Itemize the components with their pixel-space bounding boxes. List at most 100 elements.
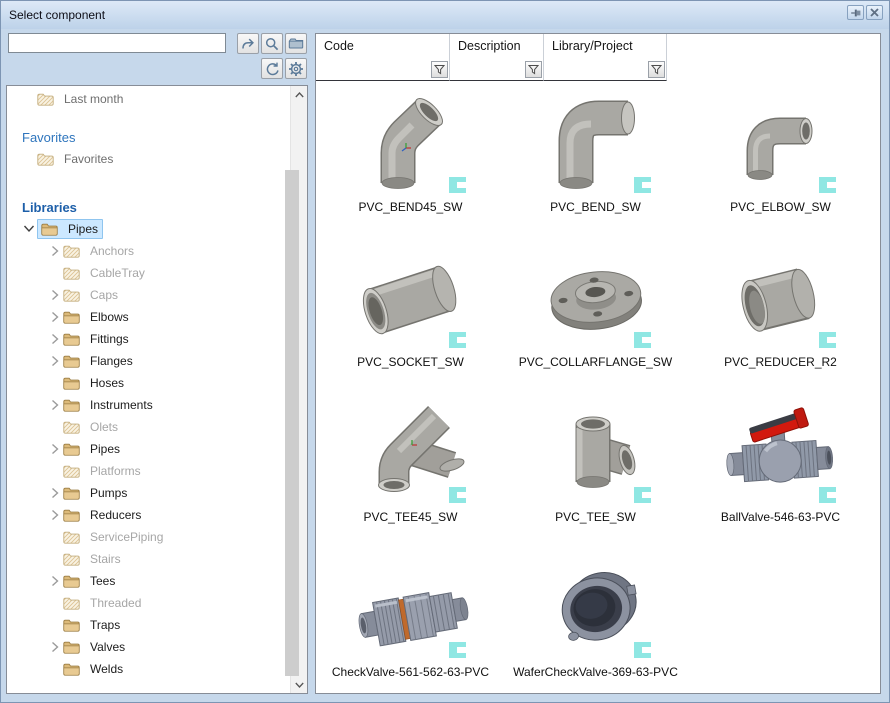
library-tree: Last month Favorites Favorites Libraries… (6, 85, 308, 694)
component-label: PVC_TEE_SW (503, 510, 688, 524)
hatched-folder-icon (63, 289, 80, 302)
chevron-down-icon[interactable] (21, 224, 37, 234)
libraries-section-header: Libraries (7, 196, 290, 218)
folder-icon (63, 575, 80, 588)
component-tile-pvc-reducer-r2[interactable]: PVC_REDUCER_R2 (688, 242, 873, 397)
tree-item-favorites[interactable]: Favorites (7, 148, 290, 170)
tree-item-reducers[interactable]: Reducers (7, 504, 290, 526)
close-icon (869, 7, 880, 18)
tree-content: Last month Favorites Favorites Libraries… (7, 86, 290, 693)
tree-item-traps[interactable]: Traps (7, 614, 290, 636)
tree-item-flanges[interactable]: Flanges (7, 350, 290, 372)
component-c-badge-icon (449, 177, 466, 193)
folder-icon (41, 223, 58, 236)
tree-item-hoses[interactable]: Hoses (7, 372, 290, 394)
tree-item-servicepiping[interactable]: ServicePiping (7, 526, 290, 548)
search-button[interactable] (261, 33, 283, 54)
scroll-down-button[interactable] (291, 676, 307, 693)
component-label: PVC_ELBOW_SW (688, 200, 873, 214)
column-header-description[interactable]: Description (450, 34, 544, 81)
component-tiles: PVC_BEND45_SW PVC_BEND_SW (318, 87, 873, 703)
refresh-button[interactable] (261, 58, 283, 79)
chevron-right-icon[interactable] (47, 289, 63, 301)
chevron-right-icon[interactable] (47, 641, 63, 653)
search-input[interactable] (8, 33, 226, 53)
tree-item-label: Olets (87, 419, 121, 435)
chevron-right-icon[interactable] (47, 311, 63, 323)
component-c-badge-icon (634, 332, 651, 348)
tree-item-last-month[interactable]: Last month (7, 88, 290, 110)
tree-item-welds[interactable]: Welds (7, 658, 290, 680)
tree-scrollbar[interactable] (290, 86, 307, 693)
chevron-right-icon[interactable] (47, 509, 63, 521)
component-tile-wafercheckvalve-369-63-pvc[interactable]: WaferCheckValve-369-63-PVC (503, 552, 688, 703)
chevron-right-icon[interactable] (47, 355, 63, 367)
tree-item-label: Valves (87, 639, 128, 655)
filter-button-description[interactable] (525, 61, 542, 78)
component-tile-pvc-tee45-sw[interactable]: PVC_TEE45_SW (318, 397, 503, 552)
chevron-right-icon[interactable] (47, 245, 63, 257)
tree-item-tees[interactable]: Tees (7, 570, 290, 592)
close-button[interactable] (866, 5, 883, 20)
filter-funnel-icon (528, 64, 539, 75)
hatched-folder-icon (63, 597, 80, 610)
hatched-folder-icon (63, 421, 80, 434)
component-c-badge-icon (449, 487, 466, 503)
tree-item-elbows[interactable]: Elbows (7, 306, 290, 328)
tree-item-label: Flanges (87, 353, 136, 369)
component-tile-pvc-socket-sw[interactable]: PVC_SOCKET_SW (318, 242, 503, 397)
filter-button-code[interactable] (431, 61, 448, 78)
tree-item-pipes[interactable]: Pipes (7, 438, 290, 460)
component-label: CheckValve-561-562-63-PVC (318, 665, 503, 679)
scroll-up-button[interactable] (291, 86, 307, 103)
tree-item-label: Hoses (87, 375, 127, 391)
tree-item-label: Stairs (87, 551, 124, 567)
component-grid-panel: Code Description Library/Project (315, 33, 881, 694)
open-folder-button[interactable] (285, 33, 307, 54)
chevron-right-icon[interactable] (47, 487, 63, 499)
chevron-right-icon[interactable] (47, 575, 63, 587)
component-tile-pvc-bend-sw[interactable]: PVC_BEND_SW (503, 87, 688, 242)
tree-item-pumps[interactable]: Pumps (7, 482, 290, 504)
chevron-right-icon[interactable] (47, 399, 63, 411)
tree-item-label: Reducers (87, 507, 144, 523)
tree-item-stairs[interactable]: Stairs (7, 548, 290, 570)
component-tile-ballvalve-546-63-pvc[interactable]: BallValve-546-63-PVC (688, 397, 873, 552)
tree-item-label: Pumps (87, 485, 130, 501)
chevron-right-icon[interactable] (47, 333, 63, 345)
tree-item-instruments[interactable]: Instruments (7, 394, 290, 416)
settings-button[interactable] (285, 58, 307, 79)
tree-item-valves[interactable]: Valves (7, 636, 290, 658)
tree-item-label: Threaded (87, 595, 144, 611)
component-tile-pvc-collarflange-sw[interactable]: PVC_COLLARFLANGE_SW (503, 242, 688, 397)
titlebar: Select component (1, 1, 889, 29)
component-c-badge-icon (449, 642, 466, 658)
pin-button[interactable] (847, 5, 864, 20)
column-header-code[interactable]: Code (316, 34, 450, 81)
tree-item-label: Platforms (87, 463, 144, 479)
folder-icon (63, 619, 80, 632)
tree-item-fittings[interactable]: Fittings (7, 328, 290, 350)
tree-item-threaded[interactable]: Threaded (7, 592, 290, 614)
hatched-folder-icon (63, 531, 80, 544)
scrollbar-thumb[interactable] (285, 170, 299, 676)
component-tile-checkvalve-561-562-63-pvc[interactable]: CheckValve-561-562-63-PVC (318, 552, 503, 703)
tree-item-pipes-root[interactable]: Pipes (7, 218, 290, 240)
tree-item-label: Caps (87, 287, 121, 303)
go-button[interactable] (237, 33, 259, 54)
component-tile-pvc-bend45-sw[interactable]: PVC_BEND45_SW (318, 87, 503, 242)
column-header-library-project[interactable]: Library/Project (544, 34, 667, 81)
tree-item-caps[interactable]: Caps (7, 284, 290, 306)
component-tile-pvc-tee-sw[interactable]: PVC_TEE_SW (503, 397, 688, 552)
chevron-right-icon[interactable] (47, 443, 63, 455)
tree-item-label: Pipes (65, 221, 101, 237)
filter-button-library-project[interactable] (648, 61, 665, 78)
hatched-folder-icon (63, 553, 80, 566)
tree-item-olets[interactable]: Olets (7, 416, 290, 438)
tree-item-label: Pipes (87, 441, 123, 457)
tree-item-cabletray[interactable]: CableTray (7, 262, 290, 284)
component-tile-pvc-elbow-sw[interactable]: PVC_ELBOW_SW (688, 87, 873, 242)
tree-item-platforms[interactable]: Platforms (7, 460, 290, 482)
tree-item-label: Anchors (87, 243, 137, 259)
tree-item-anchors[interactable]: Anchors (7, 240, 290, 262)
